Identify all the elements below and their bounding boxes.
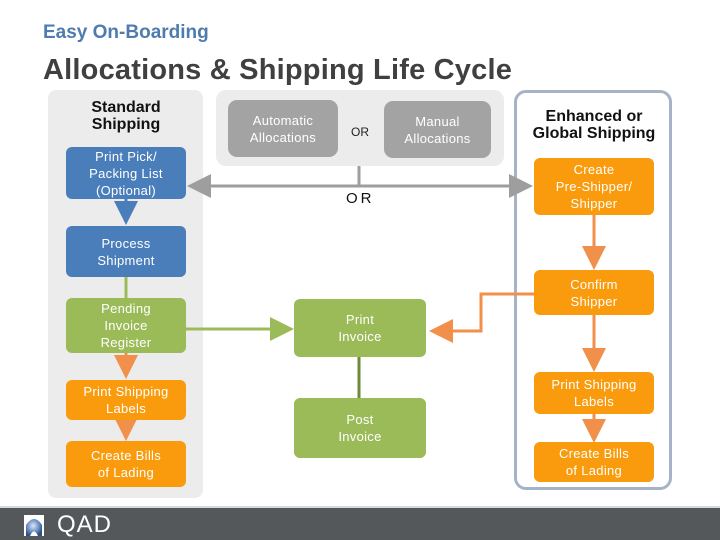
step-process-shipment[interactable]: Process Shipment	[66, 226, 186, 277]
step-label: Print Shipping	[83, 384, 169, 399]
step-label: Shipper	[570, 196, 618, 211]
or-label-split: OR	[346, 190, 375, 207]
step-label: Pre-Shipper/	[555, 179, 633, 194]
step-pending-invoice-register[interactable]: Pending Invoice Register	[66, 298, 186, 353]
or-label-allocations: OR	[351, 125, 369, 139]
step-print-shipping-labels-enhanced[interactable]: Print Shipping Labels	[534, 372, 654, 414]
step-label: of Lading	[97, 465, 155, 480]
step-label: Create Bills	[558, 446, 630, 461]
step-label: Invoice	[338, 329, 382, 344]
step-label: Invoice	[104, 318, 148, 333]
step-label: Create Bills	[90, 448, 162, 463]
step-label: Invoice	[338, 429, 382, 444]
step-label: Print	[345, 312, 375, 327]
title-line: Enhanced or	[545, 108, 643, 125]
step-print-shipping-labels[interactable]: Print Shipping Labels	[66, 380, 186, 420]
alloc-label: Automatic	[252, 112, 314, 128]
step-label: Shipper	[570, 293, 618, 309]
automatic-allocations[interactable]: Automatic Allocations	[228, 100, 338, 157]
alloc-label: Allocations	[404, 130, 471, 146]
step-label: Process	[101, 235, 151, 251]
step-label: Post	[346, 412, 374, 427]
standard-shipping-title: Standard Shipping	[60, 99, 192, 133]
step-confirm-shipper[interactable]: Confirm Shipper	[534, 270, 654, 315]
step-post-invoice[interactable]: Post Invoice	[294, 398, 426, 458]
step-create-bills-of-lading-enhanced[interactable]: Create Bills of Lading	[534, 442, 654, 482]
manual-allocations[interactable]: Manual Allocations	[384, 101, 491, 158]
qad-logo-text: QAD	[57, 511, 113, 538]
title-line: Global Shipping	[532, 125, 656, 142]
step-label: Register	[100, 335, 152, 350]
step-create-bills-of-lading[interactable]: Create Bills of Lading	[66, 441, 186, 487]
page-subtitle: Easy On-Boarding	[43, 22, 209, 43]
alloc-label: Allocations	[249, 129, 317, 145]
step-label: Create	[573, 162, 615, 177]
step-print-invoice[interactable]: Print Invoice	[294, 299, 426, 357]
title-line: Standard	[91, 99, 161, 116]
step-create-pre-shipper[interactable]: Create Pre-Shipper/Shipper	[534, 158, 654, 215]
page-title: Allocations & Shipping Life Cycle	[43, 54, 513, 86]
enhanced-shipping-title: Enhanced or Global Shipping	[516, 108, 672, 142]
step-label: (Optional)	[95, 182, 157, 198]
step-label: Print Pick/	[95, 148, 157, 164]
step-label: Labels	[105, 401, 147, 416]
title-line: Shipping	[91, 116, 161, 133]
alloc-label: Manual	[415, 113, 460, 129]
step-label: of Lading	[565, 463, 623, 478]
step-print-pick-packing-list[interactable]: Print Pick/Packing List (Optional)	[66, 147, 186, 199]
step-label: Packing List	[89, 165, 163, 181]
step-label: Confirm	[570, 276, 618, 292]
qad-logo-icon	[24, 515, 44, 536]
step-label: Print Shipping	[551, 377, 637, 392]
step-label: Shipment	[97, 252, 155, 268]
step-label: Pending	[101, 301, 151, 316]
step-label: Labels	[573, 394, 615, 409]
footer-bar: QAD	[0, 506, 720, 540]
